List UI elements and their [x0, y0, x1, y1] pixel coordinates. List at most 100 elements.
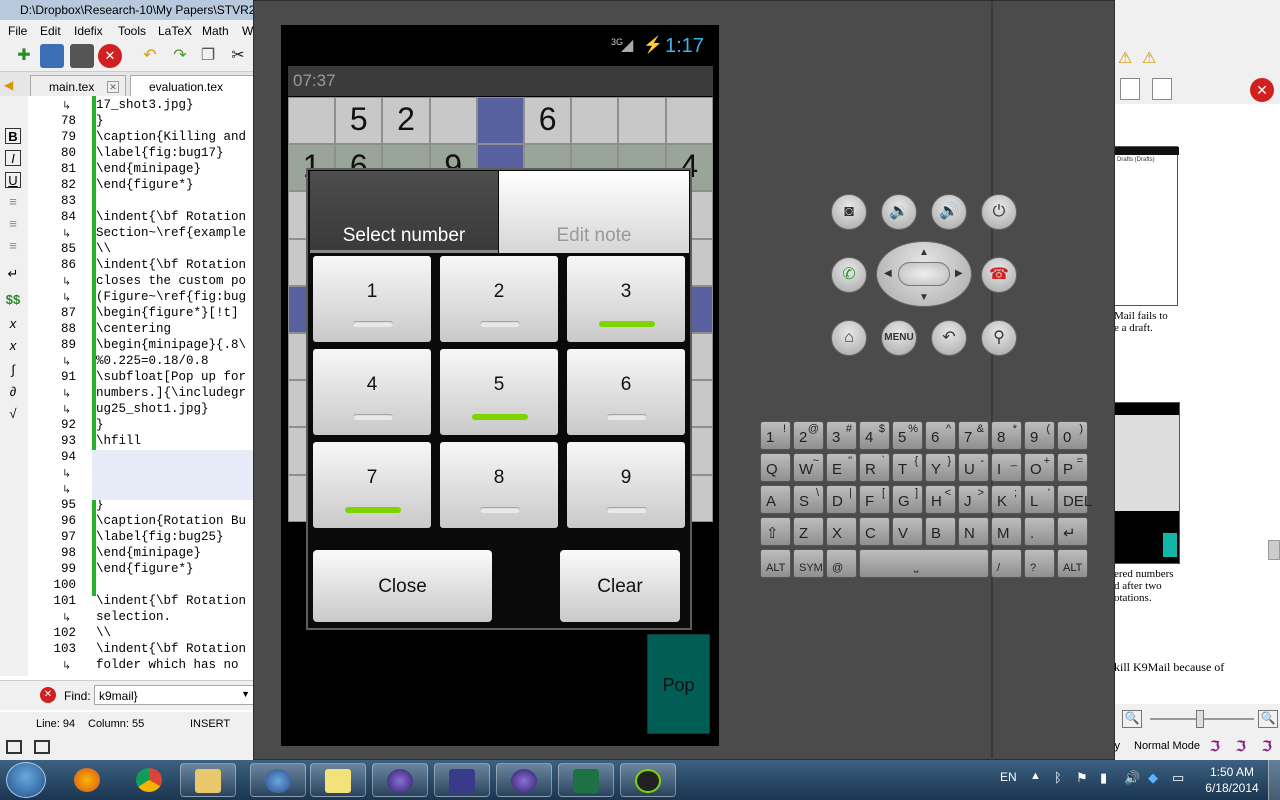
zoom-out-icon[interactable]: 🔍	[1122, 710, 1142, 728]
key-2-9[interactable]: DEL	[1057, 485, 1092, 514]
sqrt-icon[interactable]: √	[5, 406, 21, 422]
dropbox-icon[interactable]: ◆	[1148, 770, 1158, 786]
key-1-5[interactable]: Y}	[925, 453, 956, 482]
key-1-8[interactable]: O +	[1024, 453, 1055, 482]
sudoku-cell[interactable]	[288, 97, 336, 145]
number-key-1[interactable]: 1	[313, 256, 431, 342]
taskbar-eclipse-1[interactable]	[372, 763, 428, 797]
call-icon[interactable]: ✆	[831, 257, 867, 293]
tab-main-tex[interactable]: main.tex ✕	[30, 75, 126, 96]
taskbar-chrome[interactable]	[122, 763, 178, 797]
underline-icon[interactable]: U	[5, 172, 21, 188]
key-3-1[interactable]: Z	[793, 517, 824, 546]
home-icon[interactable]: ⌂	[831, 320, 867, 356]
taskbar-thunderbird[interactable]	[250, 763, 306, 797]
key-q[interactable]: ?	[1024, 549, 1055, 578]
bluetooth-icon[interactable]: ᛒ	[1054, 770, 1062, 785]
newline-icon[interactable]: ↵	[5, 266, 21, 282]
tab-evaluation-tex[interactable]: evaluation.tex	[130, 75, 262, 96]
volume-icon[interactable]: 🔊	[1124, 770, 1140, 786]
key-1-0[interactable]: Q	[760, 453, 791, 482]
bold-icon[interactable]: B	[5, 128, 21, 144]
bookmark-icon[interactable]: ℑ	[1262, 738, 1272, 755]
key-0-5[interactable]: 6 ^	[925, 421, 956, 450]
taskbar-android-emulator[interactable]	[620, 763, 676, 797]
sudoku-cell[interactable]: 2	[382, 97, 430, 145]
clear-button[interactable]: Clear	[560, 550, 680, 622]
dpad-center-button[interactable]	[898, 262, 950, 286]
scrollbar-thumb[interactable]	[1268, 540, 1280, 560]
cut-icon[interactable]: ✂	[226, 44, 250, 68]
key-3-7[interactable]: M	[991, 517, 1022, 546]
menu-tools[interactable]: Tools	[118, 24, 146, 38]
italic-icon[interactable]: I	[5, 150, 21, 166]
key-1-2[interactable]: E "	[826, 453, 857, 482]
taskbar-explorer[interactable]	[180, 763, 236, 797]
action-center-icon[interactable]: ⚑	[1076, 770, 1088, 786]
number-key-4[interactable]: 4	[313, 349, 431, 435]
zoom-slider-thumb[interactable]	[1196, 710, 1204, 728]
close-icon[interactable]: ✕	[1250, 78, 1274, 102]
new-file-icon[interactable]: ✚	[12, 44, 36, 68]
key-3-6[interactable]: N	[958, 517, 989, 546]
key-2-2[interactable]: D |	[826, 485, 857, 514]
dfrac-icon[interactable]: ∂	[5, 384, 21, 400]
battery-icon[interactable]: ▭	[1172, 770, 1184, 786]
bookmark-icon[interactable]: ℑ	[1236, 738, 1246, 755]
end-call-icon[interactable]: ☎	[981, 257, 1017, 293]
taskbar-clock[interactable]: 1:50 AM 6/18/2014	[1200, 764, 1264, 796]
key-1-7[interactable]: I _	[991, 453, 1022, 482]
page-icon[interactable]	[1152, 78, 1172, 100]
menu-edit[interactable]: Edit	[40, 24, 61, 38]
sudoku-cell[interactable]	[618, 97, 666, 145]
show-hidden-icons[interactable]: ▲	[1030, 770, 1041, 782]
key-slash[interactable]: /	[991, 549, 1022, 578]
layout-split-icon[interactable]	[34, 740, 50, 754]
menu-button[interactable]: MENU	[881, 320, 917, 356]
key-2-0[interactable]: A	[760, 485, 791, 514]
key-0-6[interactable]: 7 &	[958, 421, 989, 450]
volume-up-icon[interactable]: 🔊	[931, 194, 967, 230]
taskbar-firefox[interactable]	[60, 763, 116, 797]
close-file-icon[interactable]: ✕	[98, 44, 122, 68]
number-key-7[interactable]: 7	[313, 442, 431, 528]
search-icon[interactable]: ⚲	[981, 320, 1017, 356]
open-file-icon[interactable]	[40, 44, 64, 68]
tab-select-number[interactable]: Select number	[310, 171, 498, 253]
dpad-right-icon[interactable]: ▶	[955, 268, 963, 279]
menu-math[interactable]: Math	[202, 24, 229, 38]
key-space[interactable]: ⎵	[859, 549, 989, 578]
pop-button[interactable]: Pop	[647, 634, 710, 734]
dpad-left-icon[interactable]: ◀	[884, 268, 892, 279]
close-find-icon[interactable]: ✕	[40, 687, 56, 703]
chevron-down-icon[interactable]: ▼	[241, 689, 250, 699]
power-icon[interactable]: ⏻	[981, 194, 1017, 230]
menu-idefix[interactable]: Idefix	[74, 24, 103, 38]
copy-icon[interactable]: ❐	[196, 44, 220, 68]
key-3-2[interactable]: X	[826, 517, 857, 546]
show-desktop-button[interactable]	[1268, 760, 1280, 800]
number-key-8[interactable]: 8	[440, 442, 558, 528]
zoom-in-icon[interactable]: 🔍	[1258, 710, 1278, 728]
sudoku-cell[interactable]: 5	[335, 97, 383, 145]
key-sym[interactable]: SYM	[793, 549, 824, 578]
key-2-8[interactable]: L '	[1024, 485, 1055, 514]
page-icon[interactable]	[1120, 78, 1140, 100]
number-key-6[interactable]: 6	[567, 349, 685, 435]
sudoku-cell[interactable]	[665, 97, 713, 145]
sudoku-cell[interactable]: 6	[524, 97, 572, 145]
dpad-down-icon[interactable]: ▼	[919, 292, 929, 303]
math-mode-icon[interactable]: $$	[5, 292, 21, 308]
back-icon[interactable]: ↶	[931, 320, 967, 356]
taskbar-eclipse-2[interactable]	[496, 763, 552, 797]
key-alt2[interactable]: ALT	[1057, 549, 1088, 578]
close-tab-icon[interactable]: ✕	[107, 81, 119, 93]
key-0-0[interactable]: 1!	[760, 421, 791, 450]
key-2-6[interactable]: J >	[958, 485, 989, 514]
network-icon[interactable]: ▮	[1100, 770, 1107, 786]
key-1-3[interactable]: R `	[859, 453, 890, 482]
key-1-4[interactable]: T{	[892, 453, 923, 482]
volume-down-icon[interactable]: 🔉	[881, 194, 917, 230]
key-0-2[interactable]: 3 #	[826, 421, 857, 450]
code-area[interactable]: 17_shot3.jpg}} \caption{Killing and \label…	[92, 96, 262, 676]
